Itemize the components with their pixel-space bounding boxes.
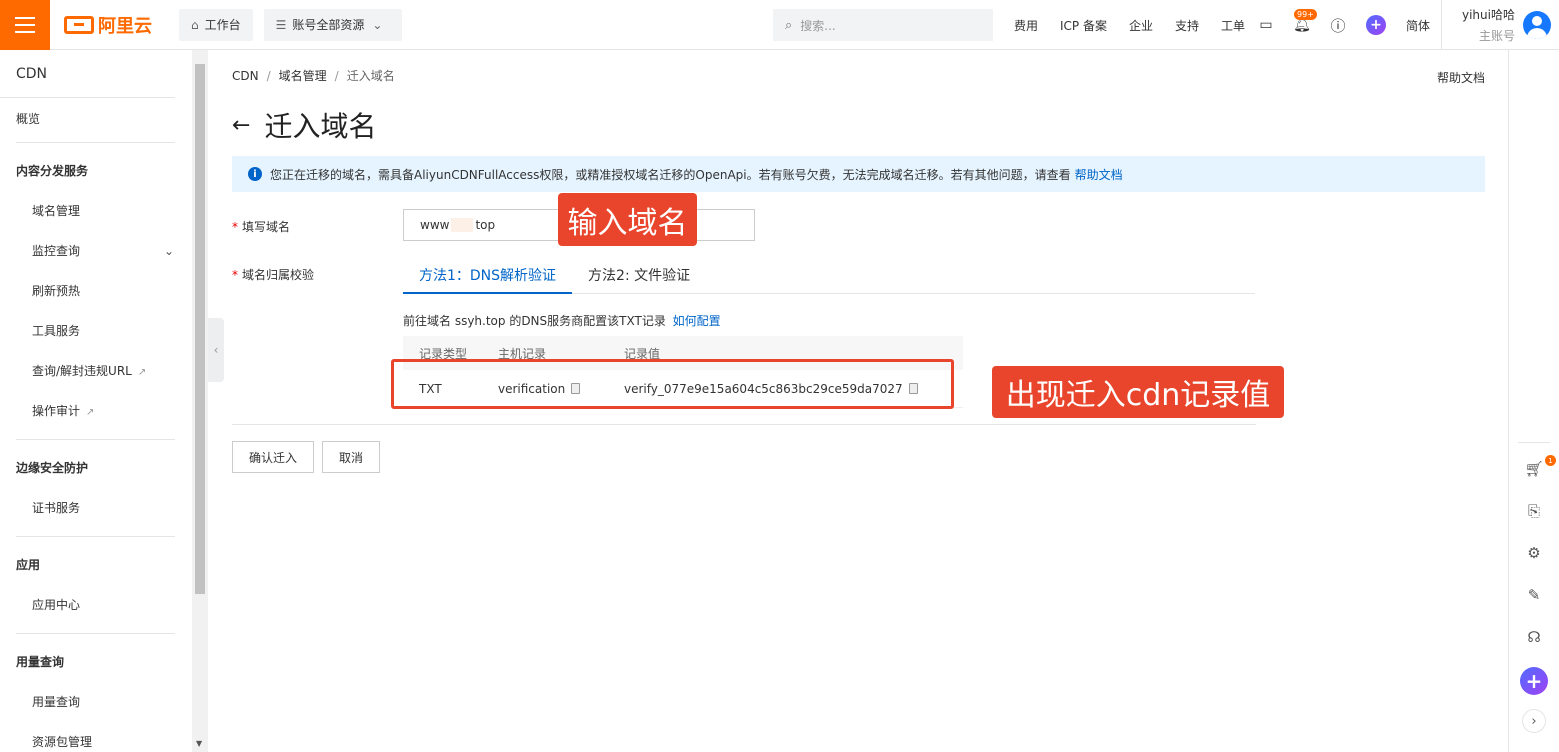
sidebar-item-overview[interactable]: 概览 (0, 98, 192, 140)
headset-icon[interactable]: ☊ (1522, 625, 1546, 649)
breadcrumb-current: 迁入域名 (346, 69, 395, 83)
sidebar-item-certificates[interactable]: 证书服务 (0, 488, 192, 528)
notice-help-link[interactable]: 帮助文档 (1075, 166, 1123, 183)
cart-badge: 1 (1545, 455, 1556, 466)
sidebar-item-refresh[interactable]: 刷新预热 (0, 271, 192, 311)
sidebar-scrollbar[interactable]: ▼ (192, 50, 208, 752)
tab-dns-verify[interactable]: 方法1：DNS解析验证 (403, 260, 573, 294)
link-enterprise[interactable]: 企业 (1129, 17, 1153, 34)
sidebar-item-audit[interactable]: 操作审计 ↗ (0, 391, 192, 431)
chevron-down-icon: ⌄ (372, 17, 383, 32)
language-switch[interactable]: 简体 (1406, 17, 1430, 34)
gear-icon[interactable]: ⚙ (1522, 541, 1546, 565)
breadcrumb: CDN / 域名管理 / 迁入域名 (232, 69, 395, 83)
info-notice: i 您正在迁移的域名，需具备AliyunCDNFullAccess权限，或精准授… (232, 156, 1485, 192)
notification-badge: 99+ (1294, 9, 1317, 20)
page-header: ← 迁入域名 (232, 105, 376, 145)
menu-icon[interactable] (0, 0, 50, 50)
link-ticket[interactable]: 工单 (1221, 17, 1245, 34)
info-icon: i (248, 167, 262, 181)
cart-icon[interactable]: 🛒︎ (1522, 457, 1546, 481)
verify-tabs: 方法1：DNS解析验证 方法2: 文件验证 (403, 260, 1255, 294)
form-divider (232, 424, 1256, 425)
search-input[interactable]: ⌕ 搜索... (773, 9, 993, 41)
workbench-label: 工作台 (204, 18, 241, 32)
chevron-right-icon[interactable]: › (1522, 709, 1546, 733)
sidebar-item-tools[interactable]: 工具服务 (0, 311, 192, 351)
redacted-mask (451, 218, 474, 232)
notice-text: 您正在迁移的域名，需具备AliyunCDNFullAccess权限，或精准授权域… (270, 167, 1071, 182)
annotation-input-domain: 输入域名 (558, 193, 697, 246)
breadcrumb-domain-management[interactable]: 域名管理 (279, 69, 327, 83)
terminal-icon[interactable]: ▭ (1256, 15, 1276, 35)
sidebar-item-app-center[interactable]: 应用中心 (0, 585, 192, 625)
sidebar-item-label: 查询/解封违规URL (32, 364, 132, 378)
collapse-sidebar-button[interactable]: ‹ (208, 318, 224, 382)
ai-icon[interactable]: ⎘ (1522, 499, 1546, 523)
sidebar-item-domain-management[interactable]: 域名管理 (0, 191, 192, 231)
user-name: yihui哈哈 (1462, 8, 1515, 22)
divider (1518, 442, 1550, 443)
aliyun-logo-icon (64, 15, 94, 34)
list-icon: ☰ (275, 17, 287, 32)
search-placeholder: 搜索... (800, 18, 836, 33)
domain-prefix: www (420, 218, 450, 232)
tab-file-verify[interactable]: 方法2: 文件验证 (572, 260, 706, 294)
edit-icon[interactable]: ✎ (1522, 583, 1546, 607)
confirm-migrate-button[interactable]: 确认迁入 (232, 441, 314, 473)
dns-hint: 前往域名 ssyh.top 的DNS服务商配置该TXT记录 如何配置 (403, 312, 721, 329)
assistant-icon[interactable]: + (1366, 15, 1386, 35)
how-to-configure-link[interactable]: 如何配置 (673, 314, 721, 328)
workbench-button[interactable]: ⌂ 工作台 (179, 8, 253, 41)
breadcrumb-cdn[interactable]: CDN (232, 69, 259, 83)
sidebar: CDN 概览 内容分发服务 域名管理 监控查询 ⌄ 刷新预热 工具服务 查询/解… (0, 50, 192, 752)
avatar (1522, 11, 1551, 39)
link-billing[interactable]: 费用 (1014, 17, 1038, 34)
scroll-down-icon[interactable]: ▼ (196, 739, 202, 748)
external-link-icon: ↗ (86, 407, 95, 418)
sidebar-item-label: 操作审计 (32, 404, 81, 418)
sidebar-item-usage[interactable]: 用量查询 (0, 682, 192, 722)
domain-label: * 填写域名 (232, 220, 291, 234)
external-link-icon: ↗ (137, 367, 147, 378)
sidebar-item-label: 监控查询 (32, 244, 81, 258)
search-icon: ⌕ (785, 17, 793, 33)
assistant-plus-icon[interactable]: + (1520, 667, 1548, 695)
scrollbar-thumb[interactable] (195, 64, 205, 594)
resources-label: 账号全部资源 (292, 18, 365, 32)
user-menu[interactable]: yihui哈哈 主账号 (1441, 0, 1551, 50)
back-arrow-icon[interactable]: ← (232, 113, 250, 138)
domain-label-text: 填写域名 (242, 220, 291, 234)
cancel-button[interactable]: 取消 (322, 441, 380, 473)
verify-label-text: 域名归属校验 (242, 268, 315, 282)
aliyun-logo[interactable]: 阿里云 (64, 12, 152, 38)
user-role: 主账号 (1478, 29, 1515, 43)
domain-suffix: top (475, 218, 496, 232)
sidebar-item-packages[interactable]: 资源包管理 (0, 722, 192, 752)
chevron-left-icon: ‹ (213, 343, 219, 357)
chevron-down-icon: ⌄ (163, 244, 174, 258)
link-icp[interactable]: ICP 备案 (1060, 17, 1107, 34)
sidebar-title: CDN (0, 50, 175, 98)
home-icon: ⌂ (191, 17, 199, 32)
resources-dropdown[interactable]: ☰ 账号全部资源 ⌄ (263, 8, 402, 41)
verify-label: * 域名归属校验 (232, 268, 315, 282)
annotation-highlight-box (391, 359, 954, 409)
dns-hint-text: 前往域名 ssyh.top 的DNS服务商配置该TXT记录 (403, 314, 666, 328)
help-doc-link[interactable]: 帮助文档 (1437, 69, 1485, 86)
page-title: 迁入域名 (264, 110, 377, 143)
annotation-record-shown: 出现迁入cdn记录值 (992, 366, 1284, 418)
help-icon[interactable]: ⓘ (1328, 15, 1348, 35)
sidebar-item-url-unblock[interactable]: 查询/解封违规URL ↗ (0, 351, 192, 391)
sidebar-item-monitoring[interactable]: 监控查询 ⌄ (0, 231, 192, 271)
logo-text: 阿里云 (98, 15, 152, 37)
link-support[interactable]: 支持 (1175, 17, 1199, 34)
top-links: 费用 ICP 备案 企业 支持 工单 (1014, 0, 1267, 50)
